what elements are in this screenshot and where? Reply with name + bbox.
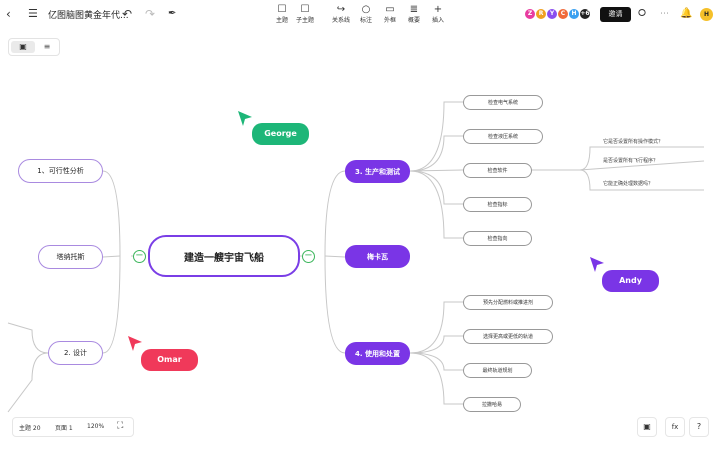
subtopic-leaf[interactable]: 最终轨道规划 bbox=[463, 363, 532, 378]
subtopic-leaf[interactable]: 检查指向 bbox=[463, 231, 532, 246]
cursor-arrow-icon bbox=[590, 257, 604, 272]
subtopic-leaf[interactable]: 预先分配燃料或推进剂 bbox=[463, 295, 553, 310]
subtopic-leaf[interactable]: 检查液压系统 bbox=[463, 129, 543, 144]
note-text[interactable]: 它是否设置所有操作模式？ bbox=[603, 138, 663, 145]
connector-lines bbox=[7, 101, 705, 413]
subtopic-leaf[interactable]: 选择更高或更低的轨道 bbox=[463, 329, 553, 344]
topic-feasibility[interactable]: 1、可行性分析 bbox=[18, 159, 103, 183]
page-indicator[interactable]: 页面 1 bbox=[55, 423, 73, 432]
topic-merkava[interactable]: 梅卡瓦 bbox=[345, 245, 410, 268]
cursor-label-andy: Andy bbox=[602, 270, 659, 292]
subtopic-leaf[interactable]: 检查软件 bbox=[463, 163, 532, 178]
note-text[interactable]: 是否设置所有飞行程序？ bbox=[603, 157, 658, 164]
fullscreen-icon[interactable]: ⛶ bbox=[117, 421, 123, 431]
root-topic[interactable]: 建造一艘宇宙飞船 bbox=[148, 235, 300, 277]
topic-design[interactable]: 2. 设计 bbox=[48, 341, 103, 365]
topic-production-testing[interactable]: 3. 生产和测试 bbox=[345, 160, 410, 183]
help-icon[interactable]: ? bbox=[689, 417, 709, 437]
cursor-label-omar: Omar bbox=[141, 349, 198, 371]
topic-thanatos[interactable]: 塔纳托斯 bbox=[38, 245, 103, 269]
zoom-level[interactable]: 120% bbox=[87, 423, 104, 430]
topic-count: 主题 20 bbox=[19, 425, 41, 432]
presentation-icon[interactable]: ▣ bbox=[637, 417, 657, 437]
topic-use-disposal[interactable]: 4. 使用和处置 bbox=[345, 342, 410, 365]
cursor-label-george: George bbox=[252, 123, 309, 145]
subtopic-leaf[interactable]: 拉撒哈易 bbox=[463, 397, 521, 412]
formula-icon[interactable]: fx bbox=[665, 417, 685, 437]
note-text[interactable]: 它能正确处理数据吗？ bbox=[603, 180, 653, 187]
subtopic-leaf[interactable]: 检查指标 bbox=[463, 197, 532, 212]
collapse-left-icon[interactable]: − bbox=[133, 250, 146, 263]
status-bar: 主题 20 页面 1 120% ⛶ bbox=[12, 417, 134, 437]
collapse-right-icon[interactable]: − bbox=[302, 250, 315, 263]
cursor-arrow-icon bbox=[238, 111, 252, 126]
cursor-arrow-icon bbox=[128, 336, 142, 351]
subtopic-leaf[interactable]: 检查电气系统 bbox=[463, 95, 543, 110]
